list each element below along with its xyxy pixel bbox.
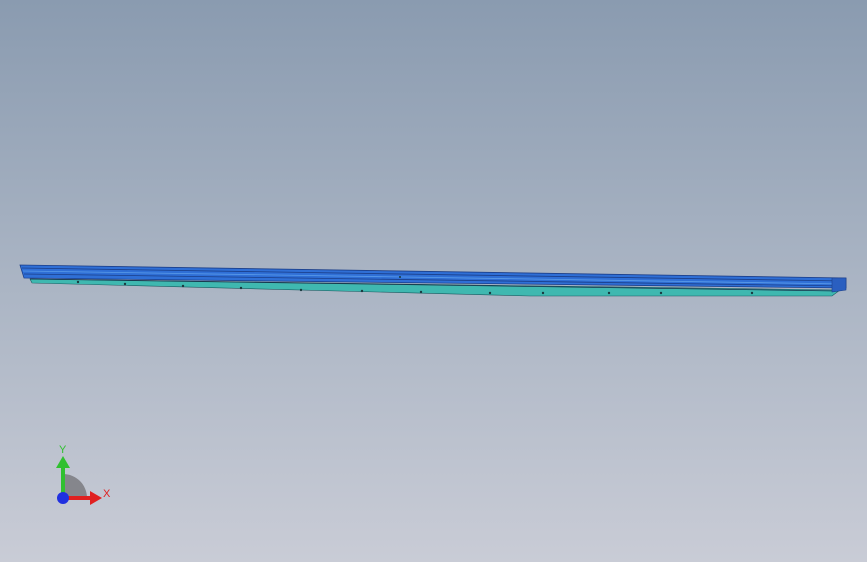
mounting-hole (181, 284, 185, 288)
y-axis-label: Y (59, 444, 67, 456)
model-view[interactable] (0, 0, 867, 562)
mounting-hole (76, 280, 80, 284)
mounting-hole (360, 289, 364, 293)
mounting-hole (750, 291, 754, 295)
mounting-hole (399, 276, 401, 278)
coordinate-triad: Y X (56, 444, 111, 505)
x-axis-label: X (103, 488, 111, 500)
mounting-hole (488, 291, 492, 295)
part-end-cap (831, 277, 847, 293)
mounting-hole (299, 288, 303, 292)
mounting-hole (123, 282, 127, 286)
x-axis-arrow-icon (90, 491, 102, 505)
graphics-viewport[interactable]: Y X (0, 0, 867, 562)
y-axis-arrow-icon (56, 456, 70, 468)
mounting-hole (541, 291, 545, 295)
mounting-hole (239, 286, 243, 290)
z-axis-dot (57, 492, 69, 504)
mounting-hole (607, 291, 611, 295)
mounting-hole (659, 291, 663, 295)
mounting-hole (419, 290, 423, 294)
